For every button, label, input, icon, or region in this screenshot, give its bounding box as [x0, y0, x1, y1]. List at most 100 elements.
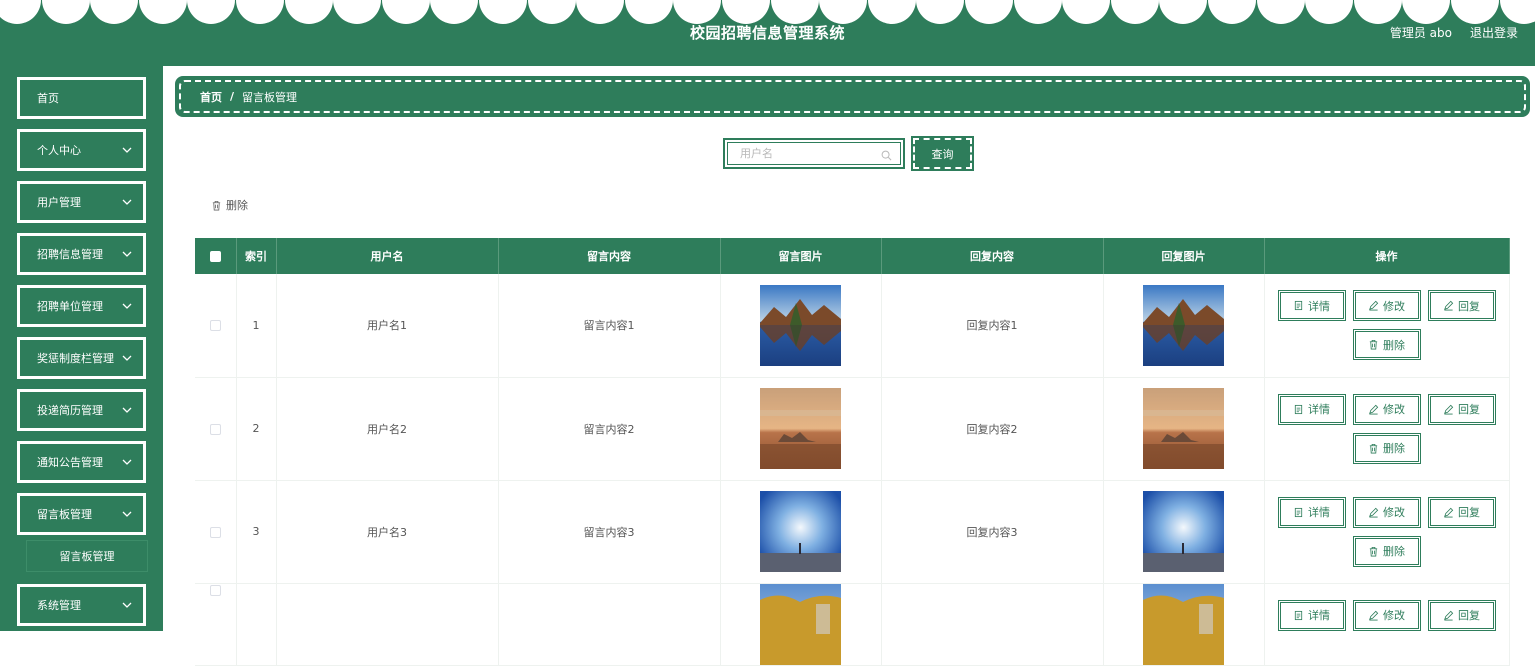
- detail-button[interactable]: 详情: [1277, 496, 1346, 528]
- image-thumbnail[interactable]: [1143, 388, 1224, 469]
- scallop-shape: [1451, 0, 1499, 24]
- reply-button[interactable]: 回复: [1427, 290, 1496, 322]
- search-input[interactable]: [728, 143, 900, 164]
- reply-cell: 回复内容1: [881, 274, 1104, 378]
- row-select-cell[interactable]: [195, 377, 237, 481]
- scallop-shape: [138, 0, 187, 24]
- sidebar-item-recruitment-info[interactable]: 招聘信息管理: [16, 232, 147, 276]
- content-cell: 留言内容1: [498, 274, 721, 378]
- image-thumbnail[interactable]: [760, 491, 841, 572]
- sidebar-item-label: 用户管理: [37, 196, 81, 209]
- edit-icon: [1369, 507, 1379, 517]
- detail-button[interactable]: 详情: [1277, 393, 1346, 425]
- document-icon: [1294, 301, 1303, 311]
- username-cell: 用户名1: [276, 274, 499, 378]
- sidebar-item-recruiting-units[interactable]: 招聘单位管理: [16, 284, 147, 328]
- message-board-table: 索引 用户名 留言内容 留言图片 回复内容 回复图片 操作 1 用户名1 留言内容1…: [195, 238, 1510, 666]
- reply-button-label: 回复: [1458, 609, 1480, 622]
- query-button[interactable]: 查询: [911, 136, 974, 171]
- edit-button[interactable]: 修改: [1352, 393, 1421, 425]
- sidebar-item-user-management[interactable]: 用户管理: [16, 180, 147, 224]
- detail-button[interactable]: 详情: [1277, 290, 1346, 322]
- reply-button[interactable]: 回复: [1427, 599, 1496, 631]
- reply-icon: [1444, 610, 1454, 620]
- edit-icon: [1369, 404, 1379, 414]
- scallop-shape: [41, 0, 90, 24]
- image-thumbnail[interactable]: [760, 284, 841, 366]
- scallop-shape: [381, 0, 430, 24]
- chevron-down-icon: [122, 407, 132, 413]
- scallop-shape: [1402, 0, 1451, 24]
- column-header: 留言图片: [720, 238, 882, 274]
- delete-button[interactable]: 删除: [1352, 432, 1421, 464]
- sidebar-item-resume-submissions[interactable]: 投递简历管理: [16, 388, 147, 432]
- current-user[interactable]: 管理员 abo: [1390, 24, 1452, 41]
- logout-link[interactable]: 退出登录: [1470, 24, 1518, 41]
- row-select-cell[interactable]: [195, 480, 237, 584]
- scallop-shape: [1499, 0, 1535, 24]
- sidebar-item-personal-center[interactable]: 个人中心: [16, 128, 147, 172]
- row-checkbox[interactable]: [209, 320, 221, 332]
- delete-button[interactable]: 删除: [1352, 329, 1421, 361]
- batch-delete-label: 删除: [226, 199, 248, 212]
- scallop-shape: [916, 0, 965, 24]
- sidebar-item-rewards-penalties[interactable]: 奖惩制度栏管理: [16, 336, 147, 380]
- reply-cell: 回复内容3: [881, 480, 1104, 584]
- chevron-down-icon: [122, 199, 132, 205]
- table-row: 3 用户名3 留言内容3 回复内容3 详情 修改 回复 删除: [195, 480, 1510, 584]
- table-row: 2 用户名2 留言内容2 回复内容2 详情 修改 回复 删除: [195, 377, 1510, 481]
- sidebar-item-announcements[interactable]: 通知公告管理: [16, 440, 147, 484]
- delete-button-label: 删除: [1383, 545, 1405, 558]
- row-select-cell[interactable]: [195, 274, 237, 378]
- sidebar-item-message-board[interactable]: 留言板管理: [16, 492, 147, 536]
- chevron-down-icon: [122, 459, 132, 465]
- column-header: 回复图片: [1103, 238, 1265, 274]
- edit-button[interactable]: 修改: [1352, 290, 1421, 322]
- reply-image-cell: [1103, 274, 1265, 378]
- submenu-item-message-board[interactable]: 留言板管理: [26, 540, 148, 572]
- image-thumbnail[interactable]: [1143, 284, 1224, 366]
- image-thumbnail[interactable]: [760, 388, 841, 469]
- index-cell: 2: [236, 377, 277, 481]
- edit-button[interactable]: 修改: [1352, 599, 1421, 631]
- reply-image-cell: [1103, 377, 1265, 481]
- column-header: 用户名: [276, 238, 499, 274]
- message-image-cell: [720, 274, 882, 378]
- scallop-shape: [527, 0, 576, 24]
- batch-delete-button[interactable]: 删除: [211, 197, 248, 213]
- chevron-down-icon: [122, 251, 132, 257]
- reply-button[interactable]: 回复: [1427, 496, 1496, 528]
- row-checkbox[interactable]: [209, 423, 221, 435]
- detail-button[interactable]: 详情: [1277, 599, 1346, 631]
- breadcrumb-home[interactable]: 首页: [200, 89, 222, 105]
- content-cell: 留言内容2: [498, 377, 721, 481]
- sidebar-item-label: 首页: [37, 92, 59, 105]
- reply-icon: [1444, 507, 1454, 517]
- scallop-shape: [1208, 0, 1256, 24]
- sidebar-item-label: 招聘信息管理: [37, 248, 103, 261]
- edit-button[interactable]: 修改: [1352, 496, 1421, 528]
- delete-button[interactable]: 删除: [1352, 535, 1421, 567]
- actions-cell: 详情 修改 回复: [1264, 583, 1510, 666]
- reply-cell: 回复内容2: [881, 377, 1104, 481]
- image-thumbnail[interactable]: [1143, 491, 1224, 572]
- select-all-checkbox[interactable]: [209, 251, 221, 262]
- reply-button[interactable]: 回复: [1427, 393, 1496, 425]
- sidebar-item-system-management[interactable]: 系统管理: [16, 583, 147, 627]
- image-thumbnail[interactable]: [1143, 583, 1224, 665]
- scallop-shape: [576, 0, 625, 24]
- breadcrumb-separator: /: [230, 90, 235, 103]
- row-checkbox[interactable]: [209, 526, 221, 538]
- index-cell: 3: [236, 480, 277, 584]
- sidebar-item-label: 个人中心: [37, 144, 81, 157]
- image-thumbnail[interactable]: [760, 583, 841, 665]
- select-all-header[interactable]: [195, 238, 237, 274]
- index-cell: 1: [236, 274, 277, 378]
- row-checkbox[interactable]: [209, 585, 221, 596]
- edit-icon: [1369, 610, 1379, 620]
- chevron-down-icon: [122, 355, 132, 361]
- scallop-shape: [1159, 0, 1208, 24]
- sidebar-item-home[interactable]: 首页: [16, 76, 147, 120]
- row-select-cell[interactable]: [195, 583, 237, 666]
- scallop-shape: [1062, 0, 1111, 24]
